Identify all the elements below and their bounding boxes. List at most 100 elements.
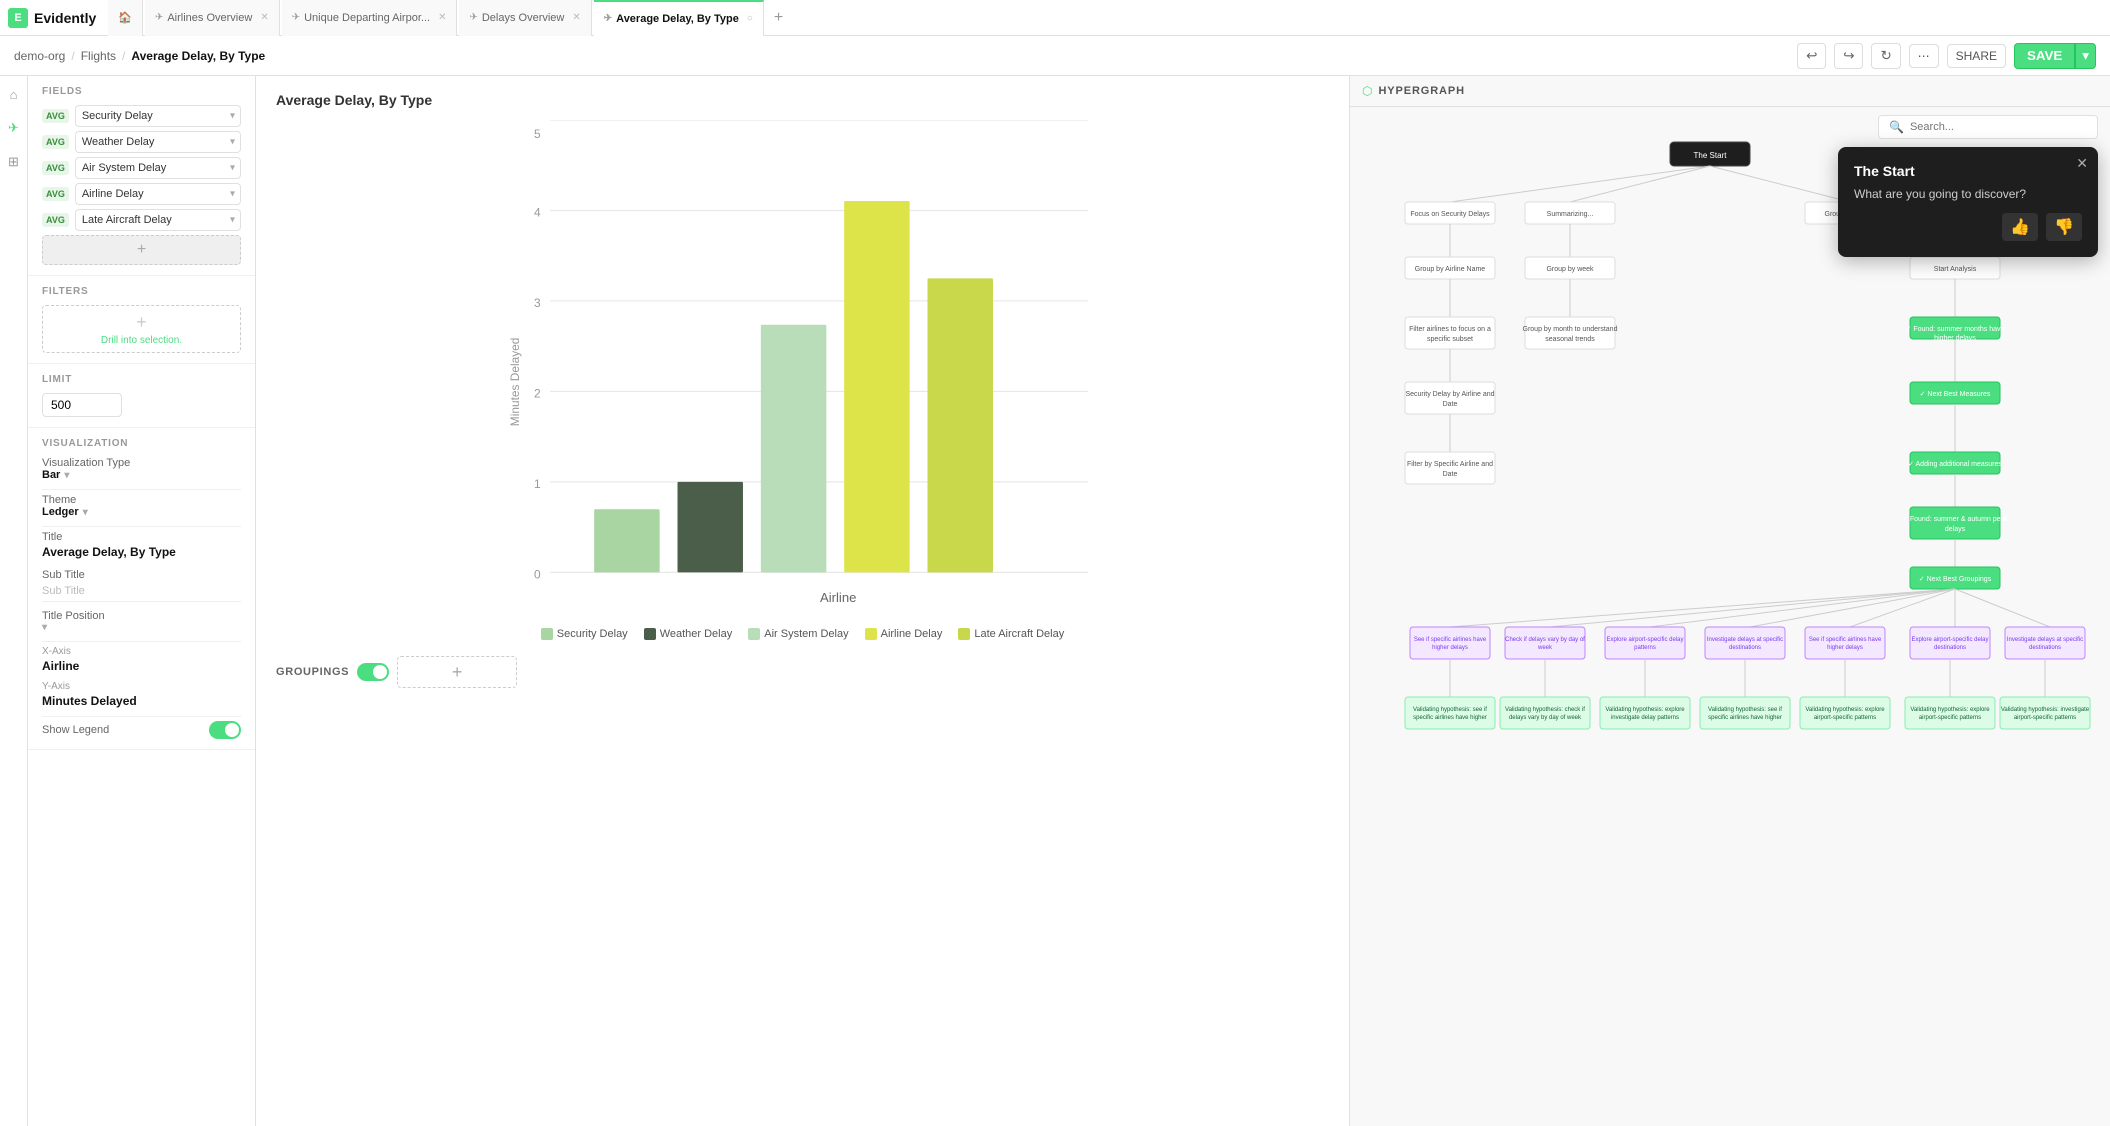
- avg-badge: AVG: [42, 109, 69, 123]
- tab-label: Airlines Overview: [167, 12, 252, 24]
- add-field-button[interactable]: +: [42, 235, 241, 265]
- theme-selector[interactable]: Ledger ▾: [42, 506, 241, 518]
- fields-section: FIELDS AVG Security Delay ▾ AVG Weather …: [28, 76, 255, 276]
- fields-section-title: FIELDS: [42, 86, 241, 97]
- main-layout: ⌂ ✈ ⊞ FIELDS AVG Security Delay ▾ AVG: [0, 76, 2110, 1126]
- field-select-weather[interactable]: Weather Delay: [75, 131, 241, 153]
- tab-close[interactable]: ✕: [572, 12, 580, 23]
- chart-area: Average Delay, By Type 0 1 2 3 4 5 Minut…: [256, 76, 1350, 1126]
- tooltip-actions: 👍 👎: [1854, 213, 2082, 241]
- tab-icon: ✈: [155, 12, 163, 23]
- svg-text:Check if delays vary by day of: Check if delays vary by day of: [1505, 637, 1585, 643]
- subtitle-placeholder[interactable]: Sub Title: [42, 581, 241, 602]
- vis-type-selector[interactable]: Bar ▾: [42, 469, 241, 481]
- svg-text:Validating hypothesis: see if: Validating hypothesis: see if: [1708, 707, 1782, 713]
- undo-button[interactable]: ↩: [1797, 43, 1826, 69]
- theme-label: Theme: [42, 494, 241, 506]
- tab-add-button[interactable]: +: [766, 9, 791, 27]
- chart-title-input[interactable]: [42, 543, 241, 561]
- svg-text:✓ Found: summer months have: ✓ Found: summer months have: [1906, 326, 2005, 333]
- avg-badge: AVG: [42, 135, 69, 149]
- svg-text:Validating hypothesis: explore: Validating hypothesis: explore: [1910, 707, 1990, 713]
- groupings-thumb: [373, 665, 387, 679]
- tab-average-delay[interactable]: ✈ Average Delay, By Type ○: [594, 0, 764, 36]
- refresh-button[interactable]: ↻: [1871, 43, 1900, 69]
- groupings-toggle[interactable]: [357, 663, 389, 681]
- save-button[interactable]: SAVE: [2014, 43, 2075, 69]
- title-position-label: Title Position: [42, 610, 241, 622]
- tab-close[interactable]: ✕: [260, 12, 268, 23]
- avg-badge: AVG: [42, 161, 69, 175]
- separator: [42, 489, 241, 490]
- title-position-selector[interactable]: ▾: [42, 622, 241, 633]
- thumbdown-button[interactable]: 👎: [2046, 213, 2082, 241]
- limit-input[interactable]: [42, 393, 122, 417]
- show-legend-row: Show Legend: [42, 721, 241, 739]
- tab-airlines-overview[interactable]: ✈ Airlines Overview ✕: [145, 0, 280, 36]
- bar-weather[interactable]: [678, 482, 743, 572]
- svg-text:Filter by Specific Airline and: Filter by Specific Airline and: [1407, 461, 1493, 468]
- hypergraph-icon: ⬡: [1362, 84, 1372, 98]
- legend-item-late-aircraft: Late Aircraft Delay: [958, 628, 1064, 640]
- bar-late-aircraft[interactable]: [928, 278, 993, 572]
- top-bar: E Evidently 🏠 ✈ Airlines Overview ✕ ✈ Un…: [0, 0, 2110, 36]
- search-input[interactable]: [1910, 121, 2087, 133]
- x-axis-label: X-Axis: [42, 646, 241, 657]
- field-select-late-aircraft[interactable]: Late Aircraft Delay: [75, 209, 241, 231]
- field-row-airline: AVG Airline Delay ▾: [42, 183, 241, 205]
- share-button[interactable]: SHARE: [1947, 44, 2006, 68]
- side-icon-grid[interactable]: ⊞: [4, 152, 24, 172]
- subtitle-label: Sub Title: [42, 569, 241, 581]
- breadcrumb-org[interactable]: demo-org: [14, 49, 65, 63]
- y-axis-label: Y-Axis: [42, 681, 241, 692]
- show-legend-label: Show Legend: [42, 724, 109, 736]
- breadcrumb-section[interactable]: Flights: [81, 49, 116, 63]
- svg-text:Summarizing...: Summarizing...: [1547, 211, 1594, 218]
- legend-label: Air System Delay: [764, 628, 848, 640]
- filter-area[interactable]: + Drill into selection.: [42, 305, 241, 353]
- hypergraph-title: HYPERGRAPH: [1378, 85, 1464, 97]
- flow-canvas[interactable]: The Start Focus on Security Delays Summa…: [1350, 107, 2110, 1126]
- svg-text:See if specific airlines have: See if specific airlines have: [1809, 637, 1882, 643]
- show-legend-toggle[interactable]: [209, 721, 241, 739]
- svg-text:week: week: [1537, 645, 1553, 651]
- save-dropdown-button[interactable]: ▾: [2075, 43, 2096, 69]
- field-select-security[interactable]: Security Delay: [75, 105, 241, 127]
- field-select-airsystem[interactable]: Air System Delay: [75, 157, 241, 179]
- logo-icon: E: [8, 8, 28, 28]
- bar-airline[interactable]: [844, 201, 909, 572]
- bar-security[interactable]: [594, 509, 659, 572]
- chart-legend: Security Delay Weather Delay Air System …: [276, 628, 1329, 640]
- more-button[interactable]: ⋯: [1909, 44, 1939, 68]
- groupings-add-area[interactable]: +: [397, 656, 517, 688]
- svg-text:Group by month to understand: Group by month to understand: [1523, 326, 1618, 333]
- theme-chevron: ▾: [83, 507, 88, 518]
- home-icon: 🏠: [118, 11, 132, 24]
- tab-close[interactable]: ✕: [438, 12, 446, 23]
- side-icon-flights[interactable]: ✈: [4, 118, 24, 138]
- field-select-wrapper: Late Aircraft Delay ▾: [75, 209, 241, 231]
- tab-home[interactable]: 🏠: [108, 0, 143, 36]
- bar-airsystem[interactable]: [761, 325, 826, 573]
- chart-wrapper: 0 1 2 3 4 5 Minutes Delayed: [276, 120, 1329, 620]
- field-select-airline[interactable]: Airline Delay: [75, 183, 241, 205]
- tab-close[interactable]: ○: [747, 13, 753, 24]
- chart-title-row: Title: [42, 531, 241, 561]
- side-icon-home[interactable]: ⌂: [4, 84, 24, 104]
- hypergraph-search: 🔍: [1878, 115, 2098, 139]
- svg-text:2: 2: [534, 386, 541, 400]
- svg-text:See if specific airlines have: See if specific airlines have: [1414, 637, 1487, 643]
- thumbup-button[interactable]: 👍: [2002, 213, 2038, 241]
- field-select-wrapper: Weather Delay ▾: [75, 131, 241, 153]
- tab-unique-departing[interactable]: ✈ Unique Departing Airpor... ✕: [282, 0, 458, 36]
- hypergraph-header: ⬡ HYPERGRAPH: [1350, 76, 2110, 107]
- tooltip-close-button[interactable]: ✕: [2076, 155, 2088, 172]
- legend-label: Weather Delay: [660, 628, 733, 640]
- svg-text:delays: delays: [1945, 526, 1966, 533]
- redo-button[interactable]: ↪: [1834, 43, 1863, 69]
- tab-delays-overview[interactable]: ✈ Delays Overview ✕: [459, 0, 591, 36]
- svg-text:Validating hypothesis: see if: Validating hypothesis: see if: [1413, 707, 1487, 713]
- tab-label: Average Delay, By Type: [616, 13, 739, 25]
- drill-text[interactable]: Drill into selection.: [101, 335, 182, 346]
- app-logo[interactable]: E Evidently: [8, 8, 96, 28]
